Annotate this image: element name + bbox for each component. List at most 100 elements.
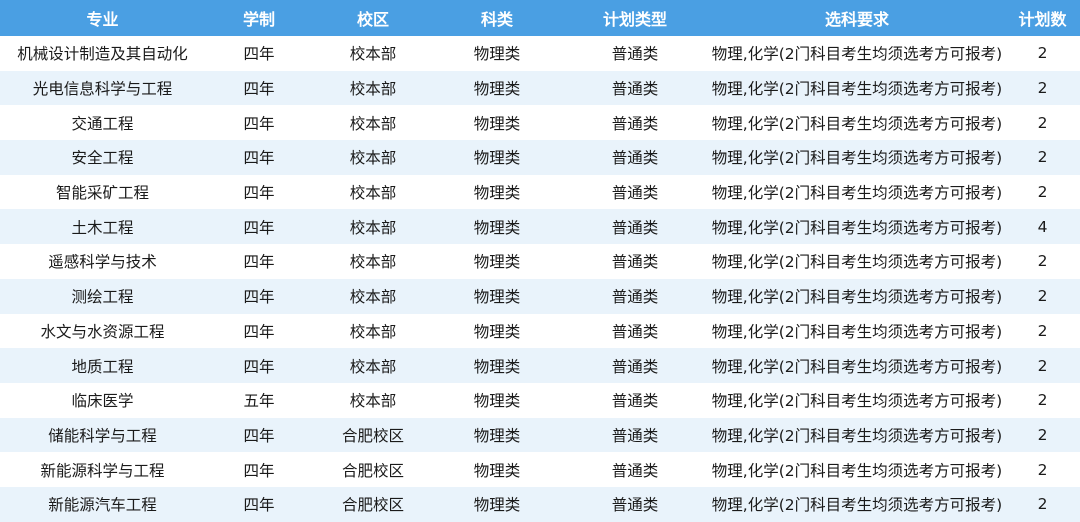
cell-plan-type: 普通类 — [611, 461, 659, 480]
cell-duration: 四年 — [243, 322, 275, 341]
cell-major: 交通工程 — [71, 114, 134, 133]
table-row: 安全工程 四年 校本部 物理类 普通类 物理,化学(2门科目考生均须选考方可报考) 2 — [0, 140, 1080, 175]
cell-duration: 四年 — [243, 461, 275, 480]
cell-plan-type: 普通类 — [611, 322, 659, 341]
cell-subject-requirement: 物理,化学(2门科目考生均须选考方可报考) — [711, 461, 1003, 480]
cell-subject-requirement: 物理,化学(2门科目考生均须选考方可报考) — [711, 184, 1003, 203]
table-row: 储能科学与工程 四年 合肥校区 物理类 普通类 物理,化学(2门科目考生均须选考方可报考)… — [0, 417, 1080, 453]
cell-major: 遥感科学与技术 — [48, 253, 157, 272]
cell-plan-type: 普通类 — [611, 218, 659, 237]
cell-duration: 四年 — [243, 149, 275, 168]
table-row: 机械设计制造及其自动化 四年 校本部 物理类 普通类 物理,化学(2门科目考生均须选考方可… — [0, 36, 1080, 71]
cell-subject-requirement: 物理,化学(2门科目考生均须选考方可报考) — [711, 496, 1003, 515]
cell-subject-requirement: 物理,化学(2门科目考生均须选考方可报考) — [711, 149, 1003, 168]
cell-major: 储能科学与工程 — [48, 426, 157, 445]
table-row: 遥感科学与技术 四年 校本部 物理类 普通类 物理,化学(2门科目考生均须选考方可报考) 2 — [0, 244, 1080, 279]
cell-plan-count: 2 — [1037, 321, 1048, 340]
table-row: 测绘工程 四年 校本部 物理类 普通类 物理,化学(2门科目考生均须选考方可报考) 2 — [0, 278, 1080, 314]
cell-subject-category: 物理类 — [473, 288, 521, 307]
table-row: 临床医学 五年 校本部 物理类 普通类 物理,化学(2门科目考生均须选考方可报考) 2 — [0, 382, 1080, 418]
cell-subject-requirement: 物理,化学(2门科目考生均须选考方可报考) — [711, 45, 1003, 64]
cell-duration: 四年 — [243, 218, 275, 237]
cell-subject-requirement: 物理,化学(2门科目考生均须选考方可报考) — [711, 392, 1003, 411]
header-major: 专业 — [86, 10, 119, 29]
cell-campus: 校本部 — [349, 322, 397, 341]
table-header-row: 专业 学制 校区 科类 计划类型 选科要求 计划数 — [0, 0, 1080, 36]
cell-major: 机械设计制造及其自动化 — [17, 45, 188, 64]
cell-major: 地质工程 — [71, 357, 134, 376]
cell-duration: 四年 — [243, 184, 275, 203]
cell-subject-category: 物理类 — [473, 461, 521, 480]
cell-plan-count: 2 — [1037, 79, 1048, 98]
cell-plan-count: 2 — [1037, 425, 1048, 444]
cell-duration: 四年 — [243, 357, 275, 376]
table-row: 地质工程 四年 校本部 物理类 普通类 物理,化学(2门科目考生均须选考方可报考) 2 — [0, 348, 1080, 383]
cell-major: 安全工程 — [71, 149, 134, 168]
cell-plan-type: 普通类 — [611, 45, 659, 64]
cell-plan-count: 2 — [1037, 44, 1048, 63]
table-row: 新能源科学与工程 四年 合肥校区 物理类 普通类 物理,化学(2门科目考生均须选考方可报考… — [0, 452, 1080, 487]
cell-campus: 校本部 — [349, 114, 397, 133]
cell-subject-requirement: 物理,化学(2门科目考生均须选考方可报考) — [711, 322, 1003, 341]
cell-campus: 合肥校区 — [341, 461, 404, 480]
cell-subject-requirement: 物理,化学(2门科目考生均须选考方可报考) — [711, 288, 1003, 307]
table-row: 光电信息科学与工程 四年 校本部 物理类 普通类 物理,化学(2门科目考生均须选考方可报考… — [0, 70, 1080, 106]
table-row: 土木工程 四年 校本部 物理类 普通类 物理,化学(2门科目考生均须选考方可报考) 4 — [0, 209, 1080, 245]
cell-major: 新能源科学与工程 — [40, 461, 165, 480]
cell-major: 水文与水资源工程 — [40, 322, 165, 341]
table-row: 智能采矿工程 四年 校本部 物理类 普通类 物理,化学(2门科目考生均须选考方可报考) 2 — [0, 174, 1080, 210]
cell-plan-count: 2 — [1037, 148, 1048, 167]
cell-campus: 校本部 — [349, 149, 397, 168]
cell-subject-category: 物理类 — [473, 322, 521, 341]
cell-plan-type: 普通类 — [611, 80, 659, 99]
cell-duration: 四年 — [243, 253, 275, 272]
cell-plan-count: 2 — [1037, 113, 1048, 132]
cell-campus: 校本部 — [349, 184, 397, 203]
cell-major: 土木工程 — [71, 218, 134, 237]
cell-subject-category: 物理类 — [473, 218, 521, 237]
cell-subject-requirement: 物理,化学(2门科目考生均须选考方可报考) — [711, 218, 1003, 237]
header-campus: 校区 — [356, 10, 389, 29]
table-row: 新能源汽车工程 四年 合肥校区 物理类 普通类 物理,化学(2门科目考生均须选考方可报考)… — [0, 486, 1080, 522]
cell-plan-type: 普通类 — [611, 149, 659, 168]
cell-duration: 四年 — [243, 496, 275, 515]
cell-campus: 校本部 — [349, 253, 397, 272]
table-row: 交通工程 四年 校本部 物理类 普通类 物理,化学(2门科目考生均须选考方可报考) 2 — [0, 105, 1080, 141]
cell-campus: 合肥校区 — [341, 426, 404, 445]
cell-major: 新能源汽车工程 — [48, 496, 157, 515]
cell-duration: 四年 — [243, 45, 275, 64]
cell-subject-requirement: 物理,化学(2门科目考生均须选考方可报考) — [711, 253, 1003, 272]
table-row: 水文与水资源工程 四年 校本部 物理类 普通类 物理,化学(2门科目考生均须选考方可报考)… — [0, 313, 1080, 349]
header-plan-type: 计划类型 — [602, 10, 667, 29]
cell-plan-type: 普通类 — [611, 392, 659, 411]
cell-subject-requirement: 物理,化学(2门科目考生均须选考方可报考) — [711, 114, 1003, 133]
cell-major: 临床医学 — [71, 392, 134, 411]
cell-plan-count: 2 — [1037, 391, 1048, 410]
cell-plan-count: 2 — [1037, 252, 1048, 271]
cell-campus: 校本部 — [349, 45, 397, 64]
cell-campus: 合肥校区 — [341, 496, 404, 515]
cell-duration: 四年 — [243, 114, 275, 133]
cell-major: 智能采矿工程 — [55, 184, 149, 203]
cell-plan-type: 普通类 — [611, 184, 659, 203]
cell-campus: 校本部 — [349, 218, 397, 237]
cell-plan-count: 2 — [1037, 460, 1048, 479]
cell-plan-type: 普通类 — [611, 357, 659, 376]
cell-duration: 四年 — [243, 426, 275, 445]
cell-subject-category: 物理类 — [473, 45, 521, 64]
cell-plan-count: 2 — [1037, 356, 1048, 375]
cell-subject-category: 物理类 — [473, 392, 521, 411]
cell-campus: 校本部 — [349, 392, 397, 411]
cell-campus: 校本部 — [349, 357, 397, 376]
header-duration: 学制 — [242, 10, 275, 29]
cell-plan-count: 2 — [1037, 183, 1048, 202]
cell-plan-count: 2 — [1037, 287, 1048, 306]
cell-duration: 四年 — [243, 288, 275, 307]
cell-subject-requirement: 物理,化学(2门科目考生均须选考方可报考) — [711, 357, 1003, 376]
cell-subject-category: 物理类 — [473, 426, 521, 445]
cell-subject-category: 物理类 — [473, 184, 521, 203]
cell-duration: 五年 — [243, 392, 275, 411]
cell-plan-type: 普通类 — [611, 114, 659, 133]
cell-plan-count: 2 — [1037, 495, 1048, 514]
cell-major: 光电信息科学与工程 — [32, 80, 173, 99]
